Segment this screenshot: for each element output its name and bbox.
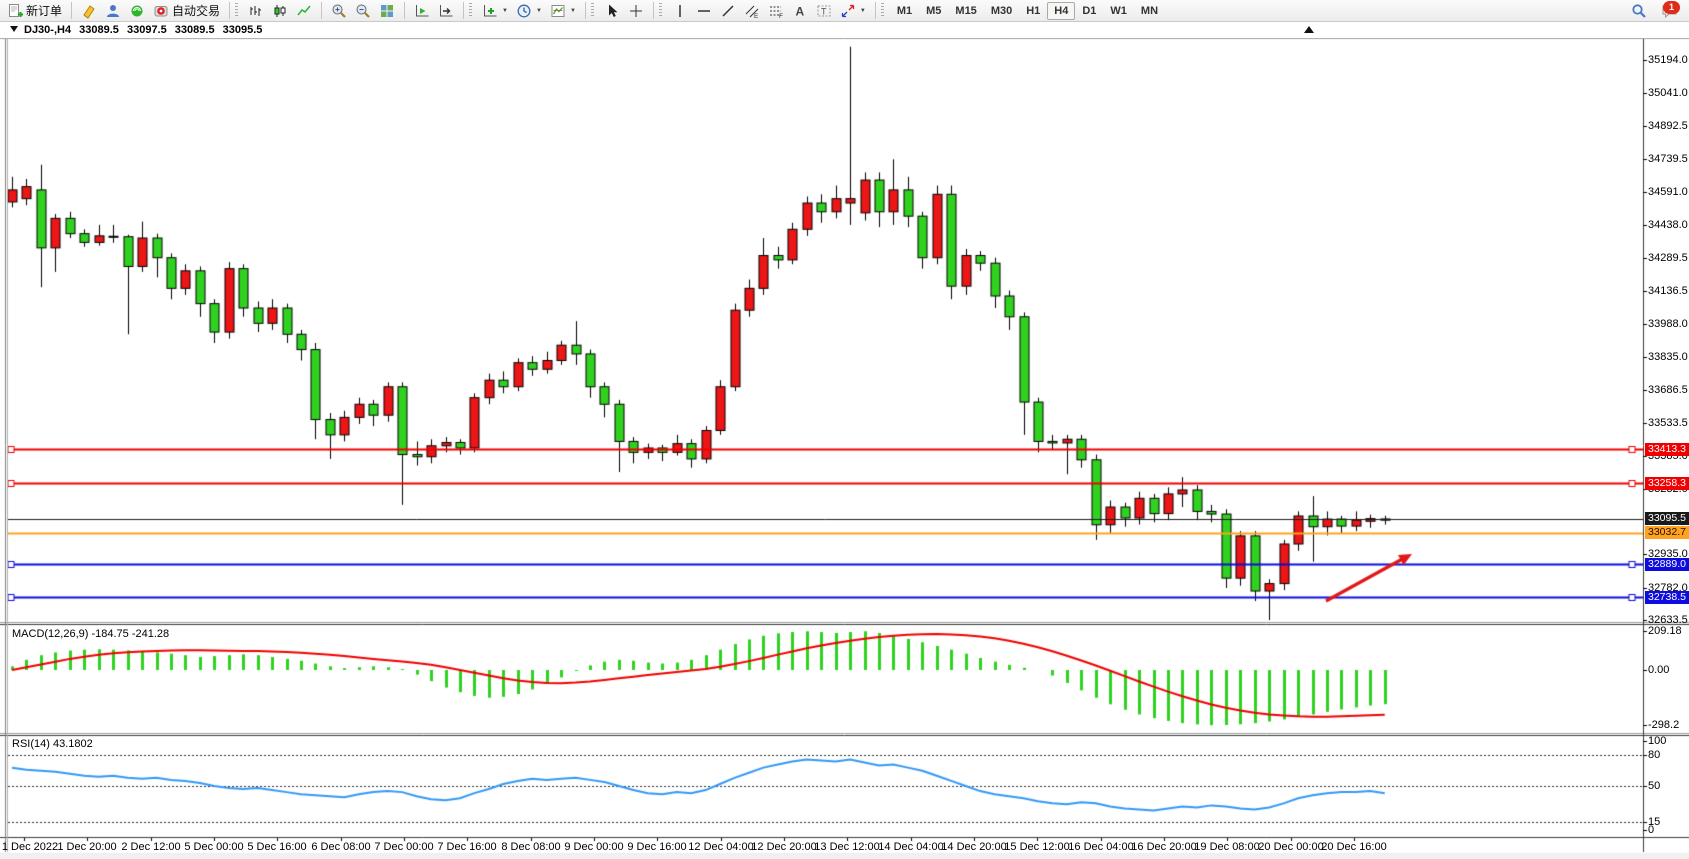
chart-menu-triangle-icon[interactable] [10,26,18,32]
notification-badge: 1 [1663,1,1680,14]
arrows-icon [840,3,856,19]
bar-chart-icon [248,3,264,19]
toolbar-grip [469,3,472,18]
profile-button[interactable] [101,0,125,22]
crosshair-button[interactable] [624,0,648,22]
toolbar-separator [585,2,586,19]
horizontal-line-icon [696,3,712,19]
vertical-line-button[interactable] [668,0,692,22]
vertical-line-icon [672,3,688,19]
price-chart-canvas[interactable] [0,0,1689,859]
timeframe-M15-button[interactable]: M15 [948,2,983,20]
toolbar-grip [659,3,662,18]
toolbar-separator [71,2,72,19]
toolbar-separator [653,2,654,19]
notifications-button[interactable]: 1 [1657,0,1683,22]
timeframe-M5-button[interactable]: M5 [919,2,948,20]
tile-windows-icon [379,3,395,19]
horizontal-line-button[interactable] [692,0,716,22]
timeframe-W1-button[interactable]: W1 [1103,2,1134,20]
dropdown-arrow-icon[interactable]: ▼ [536,8,542,14]
toolbar-separator [229,2,230,19]
autotrading-label: 自动交易 [172,2,220,19]
new-order-label: 新订单 [26,2,62,19]
ohlc-close: 33095.5 [223,24,263,36]
zoom-in-button[interactable] [327,0,351,22]
text-icon: A [792,3,808,19]
cursor-icon [604,3,620,19]
indicators-icon [482,3,498,19]
candlestick-chart-icon [272,3,288,19]
fibonacci-icon: F [768,3,784,19]
signal-button[interactable] [125,0,149,22]
dropdown-arrow-icon[interactable]: ▼ [860,8,866,14]
tile-windows-button[interactable] [375,0,399,22]
chart-shift-icon [438,3,454,19]
candlestick-chart-button[interactable] [268,0,292,22]
svg-text:A: A [795,4,804,18]
signal-icon [129,3,145,19]
new-order-icon [7,3,23,19]
periods-icon [516,3,532,19]
ohlc-open: 33089.5 [79,24,119,36]
zoom-in-icon [331,3,347,19]
highlighter-button[interactable] [77,0,101,22]
chart-shift-button[interactable] [434,0,458,22]
profile-icon [105,3,121,19]
fibonacci-button[interactable]: F [764,0,788,22]
line-chart-icon [296,3,312,19]
trendline-button[interactable] [716,0,740,22]
crosshair-icon [628,3,644,19]
svg-text:T: T [821,6,827,16]
symbol-period: DJ30-,H4 [24,24,71,36]
chart-title-bar[interactable]: DJ30-,H4 33089.5 33097.5 33089.5 33095.5 [0,22,1689,38]
timeframe-H1-button[interactable]: H1 [1019,2,1047,20]
svg-text:F: F [779,13,783,19]
channel-icon: E [744,3,760,19]
toolbar-grip [235,3,238,18]
zoom-out-button[interactable] [351,0,375,22]
line-chart-button[interactable] [292,0,316,22]
bar-chart-button[interactable] [244,0,268,22]
dropdown-arrow-icon[interactable]: ▼ [502,8,508,14]
chart-title: DJ30-,H4 33089.5 33097.5 33089.5 33095.5 [24,24,267,36]
trendline-icon [720,3,736,19]
timeframe-MN-button[interactable]: MN [1134,2,1165,20]
ohlc-high: 33097.5 [127,24,167,36]
main-toolbar: 新订单 自动交易 ▼ ▼ ▼ E F A T ▼ M1M5M15M30H1H4D1W1MN [0,0,1689,22]
svg-text:E: E [754,13,759,19]
timeframe-M1-button[interactable]: M1 [890,2,919,20]
highlighter-icon [81,3,97,19]
toolbar-grip [591,3,594,18]
templates-icon [550,3,566,19]
channel-button[interactable]: E [740,0,764,22]
toolbar-separator [404,2,405,19]
dropdown-arrow-icon[interactable]: ▼ [570,8,576,14]
auto-scroll-icon [414,3,430,19]
toolbar-separator [463,2,464,19]
periods-button[interactable]: ▼ [512,0,546,22]
cursor-button[interactable] [600,0,624,22]
search-icon [1631,3,1647,19]
timeframe-D1-button[interactable]: D1 [1075,2,1103,20]
search-button[interactable] [1627,0,1651,22]
autotrading-button[interactable]: 自动交易 [149,0,224,22]
timeframe-H4-button[interactable]: H4 [1047,2,1075,20]
arrows-button[interactable]: ▼ [836,0,870,22]
toolbar-grip [881,3,884,18]
auto-scroll-button[interactable] [410,0,434,22]
indicators-button[interactable]: ▼ [478,0,512,22]
text-label-icon: T [816,3,832,19]
new-order-button[interactable]: 新订单 [3,0,66,22]
timeframe-M30-button[interactable]: M30 [984,2,1019,20]
autotrading-icon [153,3,169,19]
text-label-button[interactable]: T [812,0,836,22]
toolbar-separator [321,2,322,19]
zoom-out-icon [355,3,371,19]
text-button[interactable]: A [788,0,812,22]
ohlc-low: 33089.5 [175,24,215,36]
templates-button[interactable]: ▼ [546,0,580,22]
